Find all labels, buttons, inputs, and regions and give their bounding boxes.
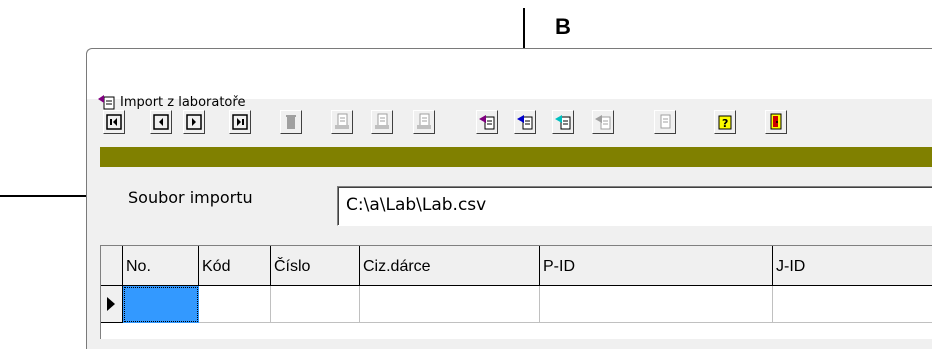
exit-button[interactable]	[765, 110, 787, 134]
column-header-p-id[interactable]: P-ID	[540, 246, 773, 286]
column-header-cislo[interactable]: Číslo	[271, 246, 360, 286]
annotation-label-b: B	[555, 14, 571, 39]
import-file-label: Soubor importu	[128, 188, 253, 207]
grid-cell-no-selected[interactable]	[123, 286, 199, 323]
row-indicator[interactable]	[101, 286, 123, 323]
last-icon	[232, 114, 248, 130]
import-purple-button[interactable]	[476, 110, 498, 134]
window-title: Import z laboratoře	[120, 95, 246, 110]
delete-button[interactable]	[280, 110, 302, 134]
column-header-no[interactable]: No.	[123, 246, 199, 286]
import-disabled-button[interactable]	[592, 110, 614, 134]
document-icon	[417, 113, 431, 129]
doc-b-button[interactable]	[371, 110, 393, 134]
page-button[interactable]	[654, 110, 676, 134]
column-header-ciz-darce[interactable]: Ciz.dárce	[360, 246, 540, 286]
column-header-kod[interactable]: Kód	[199, 246, 271, 286]
grid-cell-kod[interactable]	[199, 286, 271, 323]
grid-cell-ciz-darce[interactable]	[360, 286, 540, 323]
import-icon	[595, 115, 611, 130]
grid-corner	[101, 246, 123, 286]
help-icon: ?	[718, 115, 732, 130]
prev-icon	[153, 114, 169, 130]
import-purple-icon	[479, 115, 495, 130]
next-icon	[186, 114, 202, 130]
page-icon	[660, 114, 671, 129]
document-icon	[375, 113, 389, 129]
first-record-button[interactable]	[103, 110, 125, 134]
document-icon	[335, 113, 349, 129]
svg-text:?: ?	[722, 117, 728, 130]
grid-cell-j-id[interactable]	[773, 286, 932, 323]
current-row-arrow-icon	[107, 297, 115, 311]
import-app-icon	[98, 95, 115, 110]
prev-record-button[interactable]	[150, 110, 172, 134]
import-grid: No. Kód Číslo Ciz.dárce P-ID J-ID	[100, 245, 932, 339]
exit-door-icon	[770, 113, 782, 130]
import-cyan-button[interactable]	[552, 110, 574, 134]
import-blue-button[interactable]	[514, 110, 536, 134]
doc-a-button[interactable]	[331, 110, 353, 134]
import-cyan-icon	[555, 115, 571, 130]
grid-cell-cislo[interactable]	[271, 286, 360, 323]
grid-cell-p-id[interactable]	[540, 286, 773, 323]
import-file-input[interactable]: C:\a\Lab\Lab.csv	[337, 186, 932, 226]
last-record-button[interactable]	[229, 110, 251, 134]
status-color-bar	[100, 147, 932, 167]
doc-c-button[interactable]	[413, 110, 435, 134]
title-bar	[87, 49, 932, 99]
first-icon	[106, 114, 122, 130]
import-blue-icon	[517, 115, 533, 130]
next-record-button[interactable]	[183, 110, 205, 134]
column-header-j-id[interactable]: J-ID	[773, 246, 932, 286]
trash-icon	[286, 115, 296, 129]
help-button[interactable]: ?	[714, 110, 736, 134]
